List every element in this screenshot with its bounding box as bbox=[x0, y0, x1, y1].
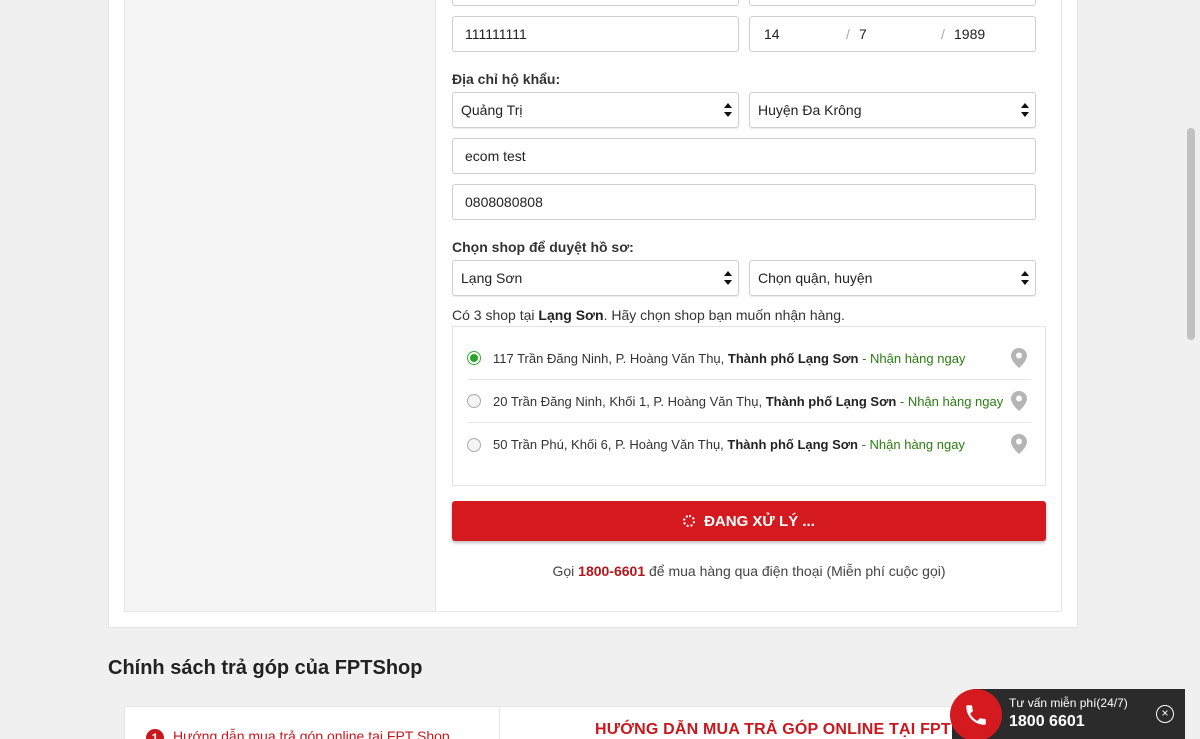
dob-day[interactable]: 14 bbox=[764, 17, 780, 51]
shop-address: 117 Trần Đăng Ninh, P. Hoàng Văn Thụ, Th… bbox=[493, 350, 966, 366]
call-to-order-text: Gọi 1800-6601 để mua hàng qua điện thoại… bbox=[452, 563, 1046, 579]
province-select[interactable]: Quảng Trị bbox=[452, 92, 739, 128]
name-field[interactable] bbox=[452, 0, 739, 6]
hotline-widget-number[interactable]: 1800 6601 bbox=[1009, 713, 1085, 731]
submit-label: ĐANG XỬ LÝ ... bbox=[704, 512, 815, 530]
select-arrows-icon bbox=[724, 103, 732, 119]
address-field[interactable]: ecom test bbox=[452, 138, 1036, 174]
radio-button[interactable] bbox=[467, 394, 481, 408]
hotline-link[interactable]: 1800-6601 bbox=[578, 563, 645, 579]
select-arrows-icon bbox=[1021, 103, 1029, 119]
map-pin-icon[interactable] bbox=[1011, 348, 1027, 368]
radio-button-checked[interactable] bbox=[467, 351, 481, 365]
phone-field[interactable]: 0808080808 bbox=[452, 184, 1036, 220]
shop-select-label: Chọn shop để duyệt hồ sơ: bbox=[452, 239, 634, 255]
shop-district-value: Chọn quận, huyện bbox=[758, 270, 873, 286]
dob-separator: / bbox=[846, 26, 850, 42]
call-suffix: để mua hàng qua điện thoại (Miễn phí cuộ… bbox=[645, 563, 946, 579]
household-address-label: Địa chỉ hộ khẩu: bbox=[452, 71, 561, 87]
id-number-value: 111111111 bbox=[465, 26, 527, 42]
select-arrows-icon bbox=[1021, 271, 1029, 287]
map-pin-icon[interactable] bbox=[1011, 434, 1027, 454]
phone-button[interactable] bbox=[950, 689, 1002, 739]
policy-section-title: Chính sách trả góp của FPTShop bbox=[108, 657, 423, 679]
hotline-widget-label: Tư vấn miễn phí(24/7) bbox=[1009, 696, 1128, 710]
shop-district-select[interactable]: Chọn quận, huyện bbox=[749, 260, 1036, 296]
guide-title: HƯỚNG DẪN MUA TRẢ GÓP ONLINE TẠI FPT SHO… bbox=[595, 721, 1002, 738]
shop-list: 117 Trần Đăng Ninh, P. Hoàng Văn Thụ, Th… bbox=[452, 326, 1046, 486]
spinner-icon bbox=[683, 515, 696, 527]
address-value: ecom test bbox=[465, 148, 526, 164]
map-pin-icon[interactable] bbox=[1011, 391, 1027, 411]
guide-link[interactable]: Hướng dẫn mua trả góp online tại FPT Sho… bbox=[173, 728, 450, 739]
phone-icon bbox=[966, 705, 986, 725]
shop-note-suffix: . Hãy chọn shop bạn muốn nhận hàng. bbox=[603, 307, 845, 323]
radio-button[interactable] bbox=[467, 437, 481, 452]
shop-count-note: Có 3 shop tại Lạng Sơn. Hãy chọn shop bạ… bbox=[452, 307, 845, 323]
close-icon[interactable]: × bbox=[1156, 705, 1174, 723]
district-value: Huyện Đa Krông bbox=[758, 102, 862, 118]
page-scrollbar[interactable] bbox=[1187, 128, 1195, 340]
submit-button[interactable]: ĐANG XỬ LÝ ... bbox=[452, 501, 1046, 541]
shop-province-value: Lạng Sơn bbox=[461, 270, 523, 286]
gender-field[interactable] bbox=[749, 0, 1036, 6]
select-arrows-icon bbox=[724, 271, 732, 287]
shop-note-city: Lạng Sơn bbox=[538, 307, 604, 323]
shop-address: 50 Trần Phú, Khối 6, P. Hoàng Văn Thụ, T… bbox=[493, 437, 965, 452]
district-select[interactable]: Huyện Đa Krông bbox=[749, 92, 1036, 128]
shop-note-prefix: Có 3 shop tại bbox=[452, 307, 539, 323]
phone-value: 0808080808 bbox=[465, 194, 543, 210]
dob-year[interactable]: 1989 bbox=[954, 17, 985, 51]
dob-separator: / bbox=[941, 26, 945, 42]
policy-divider bbox=[499, 706, 500, 739]
shop-option[interactable]: 20 Trần Đăng Ninh, Khối 1, P. Hoàng Văn … bbox=[467, 380, 1031, 423]
shop-option[interactable]: 117 Trần Đăng Ninh, P. Hoàng Văn Thụ, Th… bbox=[467, 337, 1031, 380]
dob-month[interactable]: 7 bbox=[859, 17, 867, 51]
shop-address: 20 Trần Đăng Ninh, Khối 1, P. Hoàng Văn … bbox=[493, 393, 1004, 409]
shop-option[interactable]: 50 Trần Phú, Khối 6, P. Hoàng Văn Thụ, T… bbox=[467, 423, 1031, 466]
province-value: Quảng Trị bbox=[461, 102, 523, 118]
shop-province-select[interactable]: Lạng Sơn bbox=[452, 260, 739, 296]
left-column bbox=[125, 0, 436, 611]
dob-field[interactable]: 14 / 7 / 1989 bbox=[749, 16, 1036, 52]
id-number-field[interactable]: 111111111 bbox=[452, 16, 739, 52]
call-prefix: Gọi bbox=[552, 563, 579, 579]
